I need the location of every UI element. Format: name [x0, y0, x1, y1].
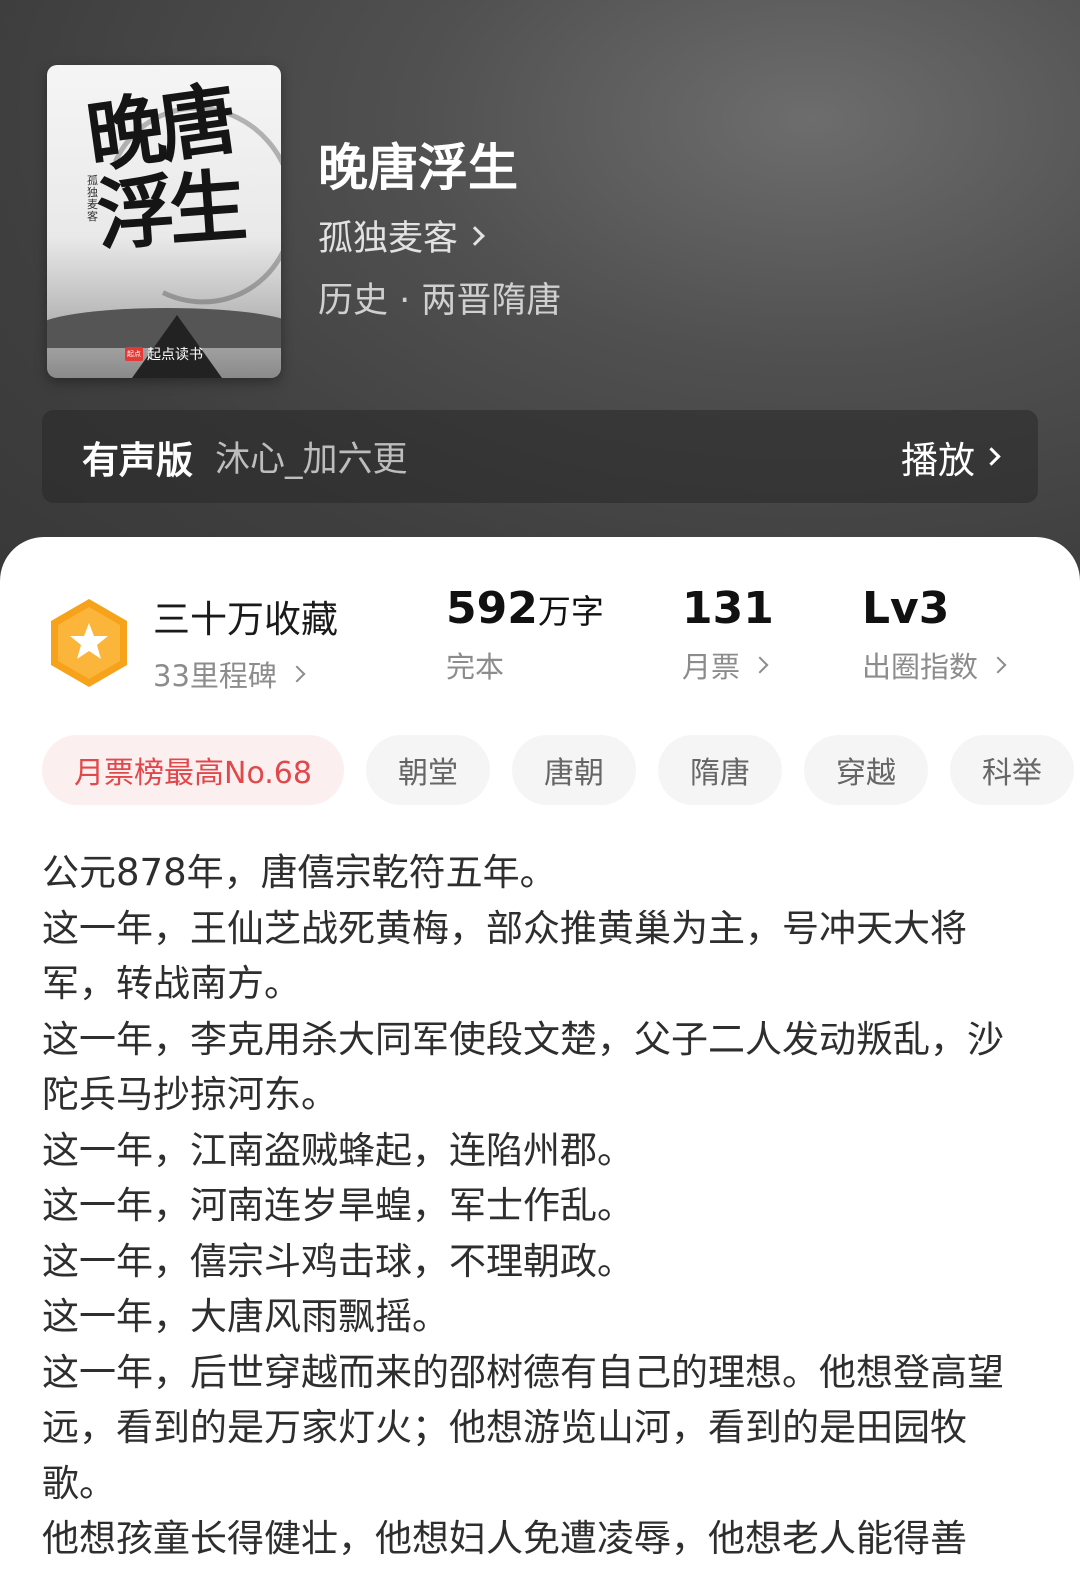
word-count-value: 592: [446, 583, 538, 634]
audiobook-narrator: 沐心_加六更: [215, 440, 408, 480]
monthly-votes-stat[interactable]: 131 月票: [682, 583, 774, 686]
star-badge-icon: [51, 599, 127, 687]
cover-author-vertical: 孤独麦客: [87, 174, 98, 223]
word-count-unit: 万字: [537, 592, 604, 631]
popularity-level-value: Lv3: [862, 583, 950, 634]
synopsis-paragraph: 这一年，李克用杀大同军使段文楚，父子二人发动叛乱，沙陀兵马抄掠河东。: [42, 1017, 1004, 1117]
synopsis-paragraph: 这一年，江南盗贼蜂起，连陷州郡。: [42, 1128, 634, 1172]
play-label: 播放: [901, 438, 975, 482]
author-name: 孤独麦客: [318, 219, 459, 259]
synopsis-paragraph: 这一年，僖宗斗鸡击球，不理朝政。: [42, 1239, 634, 1283]
cover-publisher: 起点 起点读书: [125, 344, 203, 364]
milestone-label: 33里程碑: [153, 659, 277, 693]
chevron-right-icon: [982, 447, 1001, 466]
tag-list: 月票榜最高No.68 朝堂 唐朝 隋唐 穿越 科举: [42, 735, 1080, 809]
publisher-logo-icon: 起点: [125, 347, 143, 361]
book-synopsis[interactable]: 公元878年，唐僖宗乾符五年。 这一年，王仙芝战死黄梅，部众推黄巢为主，号冲天大…: [42, 845, 1032, 1567]
cover-calligraphy-title: 晚唐 浮生: [81, 73, 245, 262]
tag-item[interactable]: 隋唐: [657, 735, 782, 805]
collection-stat[interactable]: 三十万收藏 33里程碑: [153, 589, 338, 695]
tag-item[interactable]: 唐朝: [511, 735, 636, 805]
milestone-link[interactable]: 33里程碑: [153, 653, 338, 695]
synopsis-paragraph: 公元878年，唐僖宗乾符五年。: [42, 851, 557, 894]
book-title: 晚唐浮生: [318, 138, 518, 197]
synopsis-paragraph: 这一年，王仙芝战死黄梅，部众推黄巢为主，号冲天大将军，转战南方。: [42, 906, 967, 1006]
monthly-votes-value: 131: [682, 583, 774, 634]
book-detail-card: 三十万收藏 33里程碑 592万字 完本 131 月票 Lv3 出圈指数 月票榜…: [0, 537, 1080, 1588]
play-button[interactable]: 播放: [901, 430, 1001, 484]
book-header-background: 晚唐 浮生 孤独麦客 起点 起点读书 晚唐浮生 孤独麦客 历史 · 两晋隋唐 有…: [0, 0, 1080, 600]
synopsis-paragraph: 这一年，河南连岁旱蝗，军士作乱。: [42, 1184, 634, 1227]
tag-item[interactable]: 朝堂: [365, 735, 490, 805]
tag-item[interactable]: 科举: [949, 735, 1074, 805]
tag-ranking[interactable]: 月票榜最高No.68: [42, 735, 344, 805]
tag-item[interactable]: 穿越: [803, 735, 928, 805]
monthly-votes-label: 月票: [682, 650, 741, 684]
word-count-stat: 592万字 完本: [446, 583, 604, 686]
synopsis-paragraph: 这一年，后世穿越而来的邵树德有自己的理想。他想登高望远，看到的是万家灯火；他想游…: [42, 1350, 1004, 1505]
chevron-right-icon: [751, 656, 769, 674]
book-genre: 历史 · 两晋隋唐: [318, 281, 562, 321]
book-cover[interactable]: 晚唐 浮生 孤独麦客 起点 起点读书: [47, 65, 281, 378]
synopsis-paragraph: 这一年，大唐风雨飘摇。: [42, 1295, 449, 1338]
popularity-index-label: 出圈指数: [862, 650, 979, 684]
audiobook-label: 有声版: [82, 438, 193, 482]
popularity-index-stat[interactable]: Lv3 出圈指数: [862, 583, 1007, 686]
author-link[interactable]: 孤独麦客: [318, 210, 485, 261]
audiobook-bar[interactable]: 有声版 沐心_加六更 播放: [42, 410, 1038, 503]
chevron-right-icon: [465, 225, 485, 246]
publisher-name: 起点读书: [147, 347, 203, 363]
collection-count: 三十万收藏: [153, 598, 338, 641]
chevron-right-icon: [288, 665, 306, 683]
synopsis-paragraph: 他想孩童长得健壮，他想妇人免遭凌辱，他想老人能得善: [42, 1517, 967, 1560]
chevron-right-icon: [989, 656, 1007, 674]
completion-status: 完本: [446, 650, 505, 684]
